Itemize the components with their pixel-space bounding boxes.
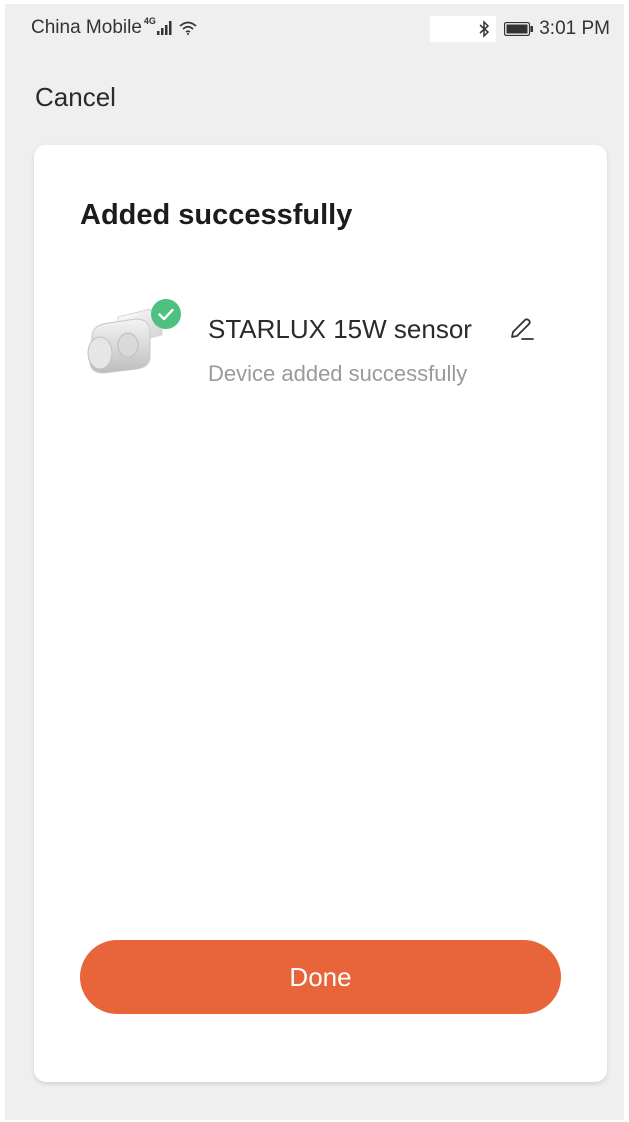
pencil-icon[interactable] <box>506 315 536 345</box>
device-item: STARLUX 15W sensor Device added successf… <box>78 295 578 395</box>
result-card: Added successfully STARLUX 15W sensor De… <box>34 145 607 1082</box>
device-name: STARLUX 15W sensor <box>208 314 472 344</box>
carrier-info: China Mobile 4G <box>31 16 197 39</box>
wifi-icon <box>179 21 197 35</box>
bluetooth-icon <box>479 20 490 38</box>
status-right: 3:01 PM <box>430 16 610 42</box>
status-bar: China Mobile 4G 3:01 PM <box>5 4 624 52</box>
page-title: Added successfully <box>80 199 353 231</box>
device-status: Device added successfully <box>208 361 468 386</box>
battery-icon <box>504 22 534 36</box>
done-button[interactable]: Done <box>80 940 561 1014</box>
carrier-name: China Mobile <box>31 17 142 38</box>
app-screen: China Mobile 4G 3:01 PM Cancel Added suc… <box>5 4 624 1120</box>
cancel-button[interactable]: Cancel <box>35 82 116 113</box>
status-time: 3:01 PM <box>539 18 610 39</box>
bluetooth-area <box>430 16 497 42</box>
network-type: 4G <box>143 16 156 26</box>
signal-icon <box>156 21 172 35</box>
check-icon <box>151 299 181 329</box>
